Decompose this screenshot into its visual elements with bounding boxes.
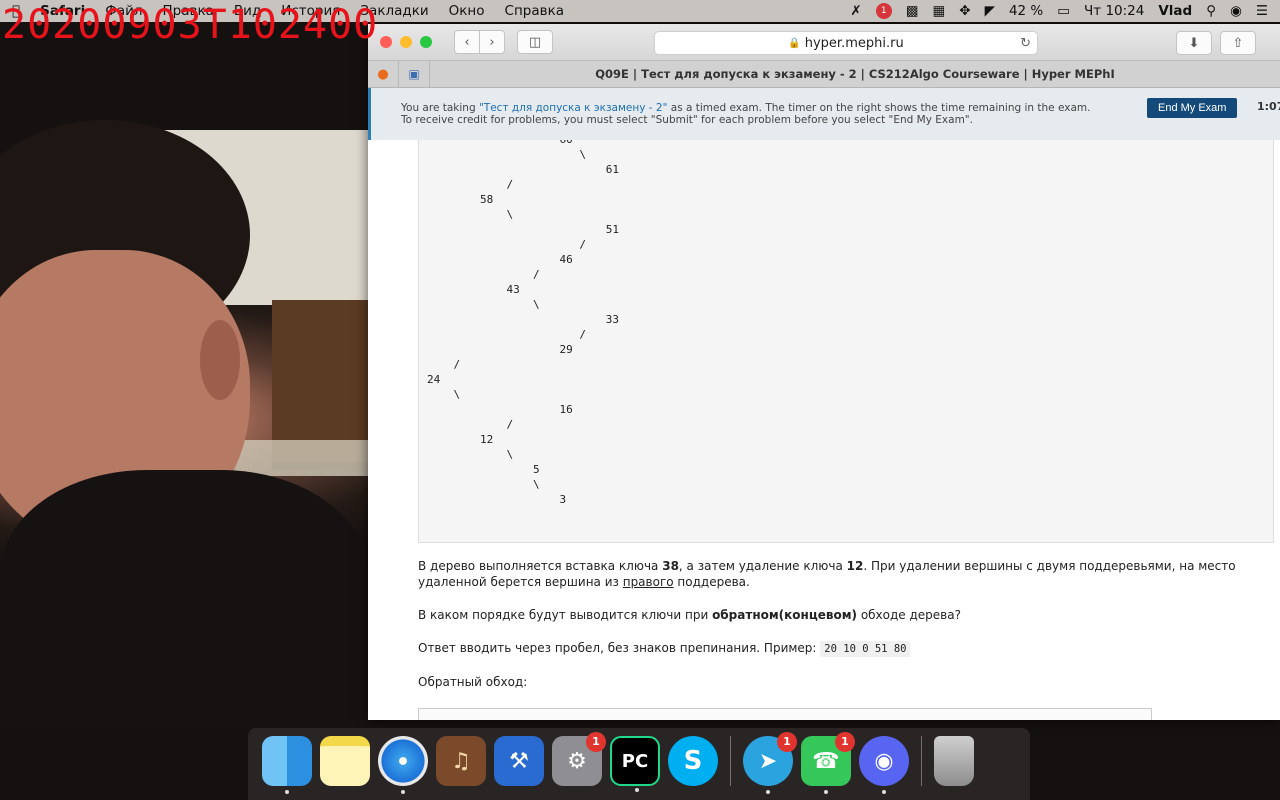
browser-toolbar: ‹ › ◫ 🔒 hyper.mephi.ru ↻ ⬇ ⇧ <box>368 24 1280 61</box>
skype-icon[interactable]: S <box>668 736 718 786</box>
download-icon: ⬇ <box>1188 35 1200 51</box>
close-window-button[interactable] <box>380 36 392 48</box>
tree-diagram: 60 \ 61 / 58 \ 51 / 46 / <box>427 140 620 506</box>
active-tab-title[interactable]: Q09E | Тест для допуска к экзамену - 2 |… <box>430 67 1280 81</box>
menu-window[interactable]: Окно <box>449 3 485 19</box>
running-indicator <box>766 790 770 794</box>
running-indicator <box>824 790 828 794</box>
back-button[interactable]: ‹ <box>454 30 480 54</box>
safari-icon[interactable] <box>378 736 428 794</box>
running-indicator <box>882 790 886 794</box>
window-controls <box>380 36 440 48</box>
forward-button[interactable]: › <box>480 30 505 54</box>
sidebar-icon: ◫ <box>528 34 542 50</box>
sidebar-toggle-button[interactable]: ◫ <box>517 30 553 54</box>
share-button[interactable]: ⇧ <box>1220 31 1256 55</box>
siri-icon[interactable]: ◉ <box>1230 3 1242 19</box>
tab-bar: ● ▣ Q09E | Тест для допуска к экзамену -… <box>368 61 1280 88</box>
discord-icon[interactable]: ◉ <box>859 736 909 794</box>
pinned-tab-1[interactable]: ● <box>368 61 399 87</box>
facetime-icon[interactable]: ☎ 1 <box>801 732 855 794</box>
exam-notice-text: You are taking "Тест для допуска к экзам… <box>401 102 1091 126</box>
running-indicator <box>635 788 639 792</box>
chevron-right-icon: › <box>489 34 495 50</box>
bluetooth-off-icon[interactable]: ✗ <box>850 3 861 19</box>
telegram-icon[interactable]: ➤ 1 <box>743 732 797 794</box>
problem-paragraph-2: В каком порядке будут выводится ключи пр… <box>418 607 1258 623</box>
p1-text-a: В дерево выполняется вставка ключа <box>418 559 663 573</box>
problem-paragraph-3: Ответ вводить через пробел, без знаков п… <box>418 640 1258 657</box>
right-subtree-word: правого <box>622 575 674 589</box>
share-icon: ⇧ <box>1232 35 1244 51</box>
person-shirt <box>0 470 368 730</box>
safari-window: ‹ › ◫ 🔒 hyper.mephi.ru ↻ ⬇ ⇧ ● ▣ Q09E | … <box>368 24 1280 720</box>
chat-favicon-icon: ▣ <box>408 67 420 81</box>
p2-text-b: обходе дерева? <box>857 608 961 622</box>
downloads-button[interactable]: ⬇ <box>1176 31 1212 55</box>
dock-separator <box>921 736 922 786</box>
answer-label: Обратный обход: <box>418 675 528 689</box>
person-ear <box>200 320 240 400</box>
system-preferences-badge: 1 <box>586 732 606 752</box>
move-arrows-icon[interactable]: ✥ <box>959 3 970 19</box>
delete-key: 12 <box>846 559 864 573</box>
notification-center-icon[interactable]: ☰ <box>1256 3 1268 19</box>
menubar-clock[interactable]: Чт 10:24 <box>1084 3 1144 19</box>
pinned-tab-2[interactable]: ▣ <box>399 61 430 87</box>
dock-separator <box>730 736 731 786</box>
notice-prefix: You are taking <box>401 102 479 114</box>
garageband-icon[interactable]: ♫ <box>436 736 486 786</box>
answer-input[interactable] <box>418 708 1152 720</box>
macos-dock: ♫ ⚒ ⚙ 1 PC S ➤ 1 ☎ 1 ◉ <box>248 728 1030 800</box>
facetime-badge: 1 <box>835 732 855 752</box>
menubar-user[interactable]: Vlad <box>1158 3 1192 19</box>
messages-icon[interactable]: ▩ <box>906 3 919 19</box>
insert-key: 38 <box>662 559 679 573</box>
menu-help[interactable]: Справка <box>505 3 564 19</box>
chevron-left-icon: ‹ <box>464 34 470 50</box>
problem-content: 60 \ 61 / 58 \ 51 / 46 / <box>368 140 1280 720</box>
url-text: hyper.mephi.ru <box>804 35 904 51</box>
p1-text-d: поддерева. <box>673 575 750 589</box>
firefox-like-favicon-icon: ● <box>377 66 389 82</box>
minimize-window-button[interactable] <box>400 36 412 48</box>
trash-icon[interactable] <box>934 736 974 786</box>
address-bar[interactable]: 🔒 hyper.mephi.ru ↻ <box>654 31 1038 55</box>
system-preferences-icon[interactable]: ⚙ 1 <box>552 732 606 786</box>
spotlight-search-icon[interactable]: ⚲ <box>1206 3 1216 19</box>
running-indicator <box>285 790 289 794</box>
postorder-term: обратном(концевом) <box>712 608 857 622</box>
tree-diagram-box: 60 \ 61 / 58 \ 51 / 46 / <box>418 140 1274 543</box>
p3-text-a: Ответ вводить через пробел, без знаков п… <box>418 641 821 655</box>
telegram-badge: 1 <box>777 732 797 752</box>
reload-icon[interactable]: ↻ <box>1020 36 1031 51</box>
notification-badge-icon[interactable]: 1 <box>875 3 892 19</box>
exam-timer: 1:07: <box>1257 100 1280 113</box>
p2-text-a: В каком порядке будут выводится ключи пр… <box>418 608 713 622</box>
end-my-exam-button[interactable]: End My Exam <box>1147 98 1238 118</box>
answer-example: 20 10 0 51 80 <box>820 641 911 657</box>
p1-text-b: , а затем удаление ключа <box>678 559 847 573</box>
recording-timestamp: 20200903T102400 <box>2 2 379 48</box>
timed-exam-banner: You are taking "Тест для допуска к экзам… <box>368 88 1280 140</box>
battery-icon[interactable]: ▭ <box>1057 3 1070 19</box>
flag-us-icon[interactable]: ▦ <box>932 3 945 19</box>
xcode-icon[interactable]: ⚒ <box>494 736 544 786</box>
battery-percent[interactable]: 42 % <box>1009 3 1043 19</box>
exam-link[interactable]: "Тест для допуска к экзамену - 2" <box>479 102 667 114</box>
finder-icon[interactable] <box>262 736 312 794</box>
running-indicator <box>401 790 405 794</box>
problem-paragraph-1: В дерево выполняется вставка ключа 38, а… <box>418 558 1258 590</box>
lock-icon: 🔒 <box>788 37 801 49</box>
pycharm-icon[interactable]: PC <box>610 736 660 792</box>
zoom-window-button[interactable] <box>420 36 432 48</box>
notes-icon[interactable] <box>320 736 370 786</box>
wifi-icon[interactable]: ◤ <box>985 3 995 19</box>
